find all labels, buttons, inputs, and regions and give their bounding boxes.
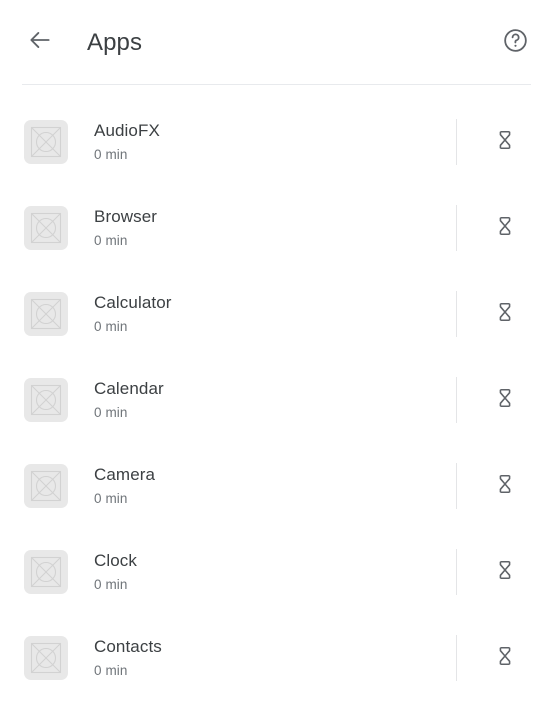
table-row[interactable]: AudioFX 0 min	[0, 99, 553, 185]
back-button[interactable]	[22, 25, 58, 61]
set-timer-button[interactable]	[457, 630, 553, 686]
app-name: Clock	[94, 551, 138, 570]
table-row[interactable]: Camera 0 min	[0, 443, 553, 529]
hourglass-icon	[494, 129, 516, 156]
app-info: Contacts 0 min	[94, 636, 456, 680]
table-row[interactable]: Calculator 0 min	[0, 271, 553, 357]
set-timer-button[interactable]	[457, 114, 553, 170]
app-info: Clock 0 min	[94, 550, 456, 594]
app-usage: 0 min	[94, 147, 128, 162]
app-info: Calendar 0 min	[94, 378, 456, 422]
table-row[interactable]: Contacts 0 min	[0, 615, 553, 701]
header-divider	[22, 84, 531, 85]
broken-image-placeholder-icon	[24, 464, 68, 508]
help-button[interactable]	[499, 27, 531, 59]
broken-image-placeholder-icon	[24, 206, 68, 250]
app-name: AudioFX	[94, 121, 160, 140]
help-circle-icon	[502, 27, 529, 59]
app-usage: 0 min	[94, 233, 128, 248]
app-name: Camera	[94, 465, 156, 484]
app-usage: 0 min	[94, 491, 128, 506]
hourglass-icon	[494, 473, 516, 500]
app-name: Calendar	[94, 379, 164, 398]
page-title: Apps	[87, 28, 143, 56]
hourglass-icon	[494, 301, 516, 328]
app-usage: 0 min	[94, 319, 128, 334]
set-timer-button[interactable]	[457, 544, 553, 600]
set-timer-button[interactable]	[457, 286, 553, 342]
set-timer-button[interactable]	[457, 458, 553, 514]
set-timer-button[interactable]	[457, 372, 553, 428]
hourglass-icon	[494, 645, 516, 672]
app-name: Calculator	[94, 293, 172, 312]
app-bar: Apps	[0, 0, 553, 85]
arrow-back-icon	[27, 27, 53, 58]
app-usage-list: AudioFX 0 min Browser 0 min Calculator 0…	[0, 85, 553, 701]
broken-image-placeholder-icon	[24, 550, 68, 594]
app-info: AudioFX 0 min	[94, 120, 456, 164]
hourglass-icon	[494, 559, 516, 586]
app-info: Camera 0 min	[94, 464, 456, 508]
table-row[interactable]: Browser 0 min	[0, 185, 553, 271]
broken-image-placeholder-icon	[24, 636, 68, 680]
table-row[interactable]: Calendar 0 min	[0, 357, 553, 443]
broken-image-placeholder-icon	[24, 378, 68, 422]
hourglass-icon	[494, 215, 516, 242]
hourglass-icon	[494, 387, 516, 414]
broken-image-placeholder-icon	[24, 120, 68, 164]
broken-image-placeholder-icon	[24, 292, 68, 336]
app-info: Calculator 0 min	[94, 292, 456, 336]
app-usage: 0 min	[94, 663, 128, 678]
set-timer-button[interactable]	[457, 200, 553, 256]
table-row[interactable]: Clock 0 min	[0, 529, 553, 615]
app-usage: 0 min	[94, 577, 128, 592]
app-usage: 0 min	[94, 405, 128, 420]
app-info: Browser 0 min	[94, 206, 456, 250]
app-name: Contacts	[94, 637, 162, 656]
app-name: Browser	[94, 207, 158, 226]
